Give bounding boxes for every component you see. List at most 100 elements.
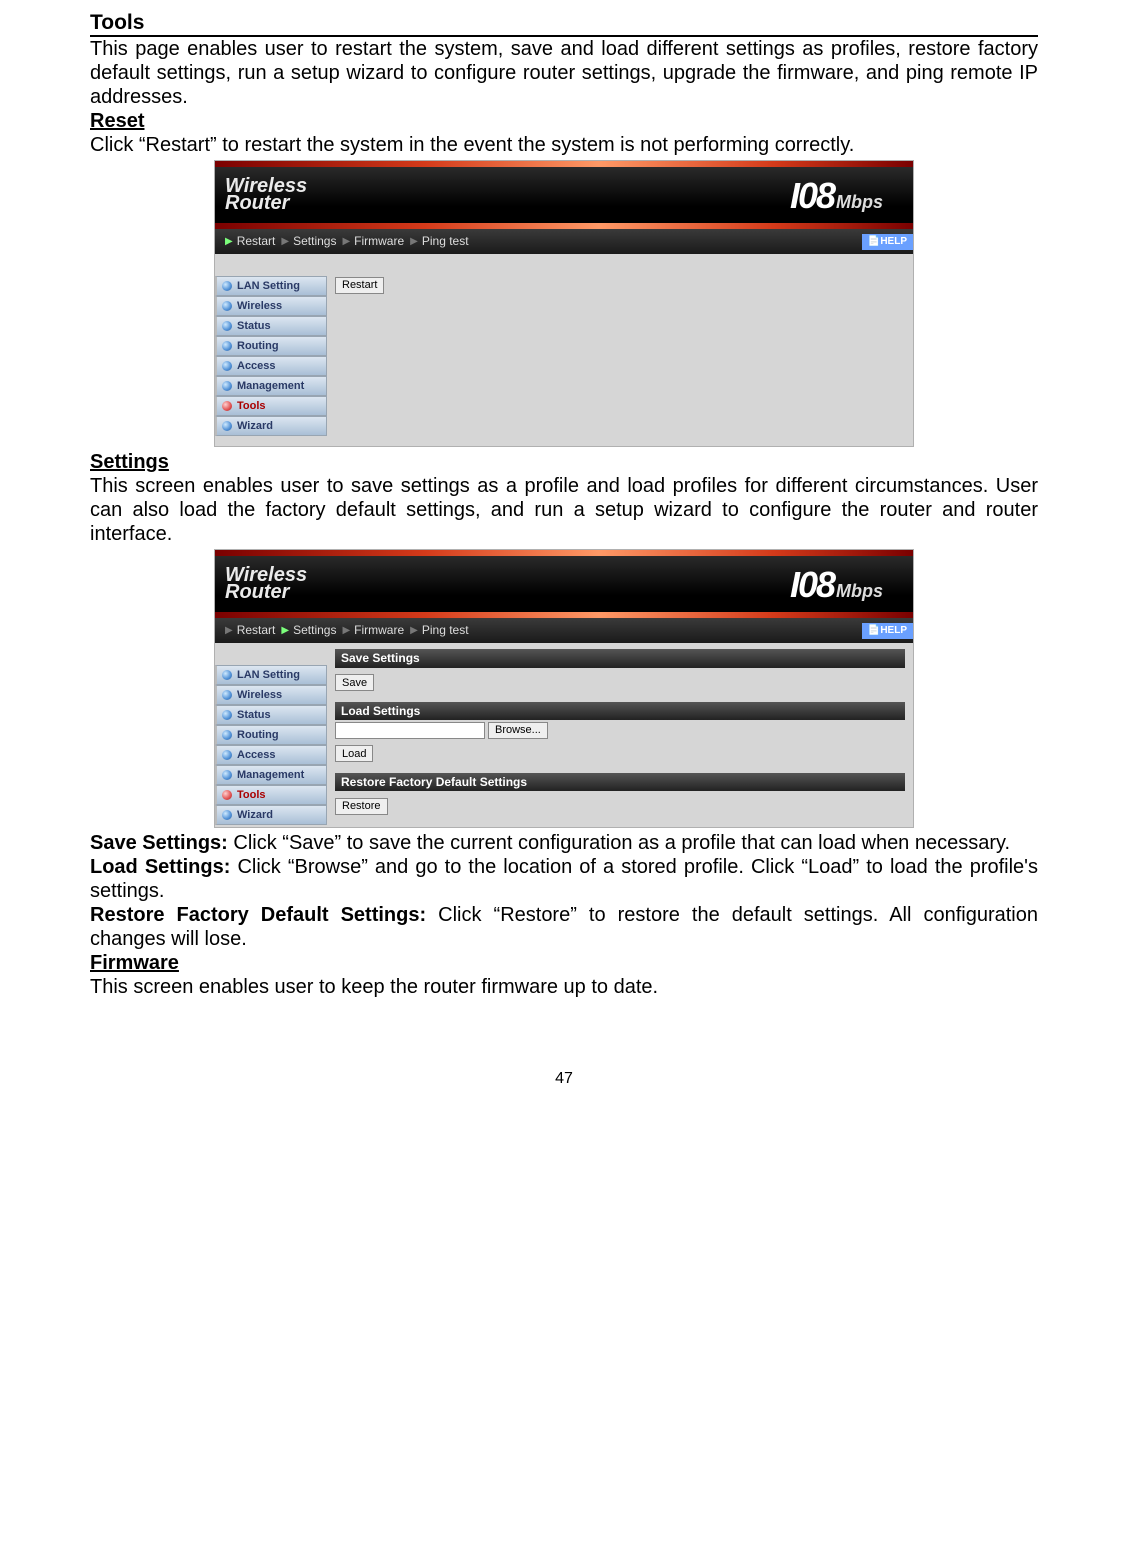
sidebar-item-label: Status [237,709,271,722]
sidebar-item-management[interactable]: Management [215,765,327,785]
router-screenshot-restart: Wireless Router I08 Mbps ▶ Restart ▶ Set… [214,160,914,447]
brand-line2: Router [225,195,307,212]
sidebar-item-label: Tools [237,400,266,413]
sidebar-item-label: Wizard [237,420,273,433]
firmware-body-text: This screen enables user to keep the rou… [90,975,1038,999]
sidebar-item-label: Status [237,320,271,333]
triangle-icon: ▶ [342,236,350,248]
tab-ping[interactable]: Ping test [422,623,469,637]
help-button[interactable]: 📄 HELP [862,234,913,250]
main-panel: Restart [327,254,913,446]
bullet-icon [222,301,232,311]
help-button[interactable]: 📄 HELP [862,623,913,639]
sidebar-item-routing[interactable]: Routing [215,725,327,745]
tab-settings[interactable]: Settings [293,234,336,248]
save-settings-desc: Save Settings: Click “Save” to save the … [90,831,1038,855]
triangle-icon: ▶ [225,236,233,248]
sidebar-item-label: Wireless [237,689,282,702]
bullet-icon [222,790,232,800]
sidebar-item-routing[interactable]: Routing [215,336,327,356]
load-button[interactable]: Load [335,745,373,762]
heading-reset: Reset [90,110,144,132]
sidebar-item-label: Access [237,749,276,762]
save-button[interactable]: Save [335,674,374,691]
bullet-icon [222,810,232,820]
panel-title-save: Save Settings [335,649,905,667]
restore-settings-desc: Restore Factory Default Settings: Click … [90,903,1038,951]
load-file-input[interactable] [335,722,485,739]
brand-line2: Router [225,584,307,601]
sidebar-item-label: Management [237,380,304,393]
main-panel: Save Settings Save Load Settings Browse.… [327,643,913,827]
load-settings-desc: Load Settings: Click “Browse” and go to … [90,855,1038,903]
sidebar-item-management[interactable]: Management [215,376,327,396]
bullet-icon [222,730,232,740]
router-screenshot-settings: Wireless Router I08 Mbps ▶ Restart ▶ Set… [214,549,914,828]
restore-button[interactable]: Restore [335,798,388,815]
sidebar-item-tools[interactable]: Tools [215,785,327,805]
sidebar-nav: LAN Setting Wireless Status Routing Acce… [215,643,327,827]
bullet-icon [222,361,232,371]
tab-firmware[interactable]: Firmware [354,234,404,248]
sidebar-item-status[interactable]: Status [215,316,327,336]
triangle-icon: ▶ [410,625,418,637]
sidebar-item-label: Routing [237,729,279,742]
tab-settings[interactable]: Settings [293,623,336,637]
sidebar-item-access[interactable]: Access [215,745,327,765]
sidebar-item-label: Wireless [237,300,282,313]
speed-number: I08 [790,563,834,606]
heading-settings: Settings [90,451,169,473]
tab-bar: ▶ Restart ▶ Settings ▶ Firmware ▶ Ping t… [215,229,913,254]
panel-title-restore: Restore Factory Default Settings [335,773,905,791]
bullet-icon [222,381,232,391]
sidebar-item-label: Management [237,769,304,782]
settings-body-text: This screen enables user to save setting… [90,474,1038,546]
bullet-icon [222,321,232,331]
bullet-icon [222,690,232,700]
bullet-icon [222,281,232,291]
reset-body-text: Click “Restart” to restart the system in… [90,133,1038,157]
speed-unit: Mbps [836,581,883,603]
triangle-icon: ▶ [281,625,289,637]
bullet-icon [222,750,232,760]
triangle-icon: ▶ [225,625,233,637]
sidebar-item-tools[interactable]: Tools [215,396,327,416]
tab-restart[interactable]: Restart [237,234,276,248]
page-number: 47 [90,1069,1038,1088]
sidebar-item-label: Access [237,360,276,373]
tab-restart[interactable]: Restart [237,623,276,637]
sidebar-item-lan[interactable]: LAN Setting [215,276,327,296]
tab-firmware[interactable]: Firmware [354,623,404,637]
sidebar-item-wireless[interactable]: Wireless [215,296,327,316]
router-header: Wireless Router I08 Mbps [215,556,913,612]
bullet-icon [222,401,232,411]
triangle-icon: ▶ [410,236,418,248]
sidebar-item-label: LAN Setting [237,280,300,293]
bullet-icon [222,341,232,351]
speed-number: I08 [790,174,834,217]
bullet-icon [222,770,232,780]
bullet-icon [222,710,232,720]
panel-title-load: Load Settings [335,702,905,720]
router-header: Wireless Router I08 Mbps [215,167,913,223]
sidebar-item-access[interactable]: Access [215,356,327,376]
sidebar-item-wireless[interactable]: Wireless [215,685,327,705]
heading-firmware: Firmware [90,952,179,974]
sidebar-nav: LAN Setting Wireless Status Routing Acce… [215,254,327,446]
sidebar-item-label: Wizard [237,809,273,822]
sidebar-item-status[interactable]: Status [215,705,327,725]
speed-unit: Mbps [836,192,883,214]
triangle-icon: ▶ [342,625,350,637]
sidebar-item-label: Routing [237,340,279,353]
browse-button[interactable]: Browse... [488,722,548,739]
tab-ping[interactable]: Ping test [422,234,469,248]
sidebar-item-wizard[interactable]: Wizard [215,805,327,825]
bullet-icon [222,421,232,431]
sidebar-item-label: Tools [237,789,266,802]
heading-tools: Tools [90,10,1038,37]
bullet-icon [222,670,232,680]
tab-bar: ▶ Restart ▶ Settings ▶ Firmware ▶ Ping t… [215,618,913,643]
restart-button[interactable]: Restart [335,277,384,294]
sidebar-item-wizard[interactable]: Wizard [215,416,327,436]
sidebar-item-lan[interactable]: LAN Setting [215,665,327,685]
